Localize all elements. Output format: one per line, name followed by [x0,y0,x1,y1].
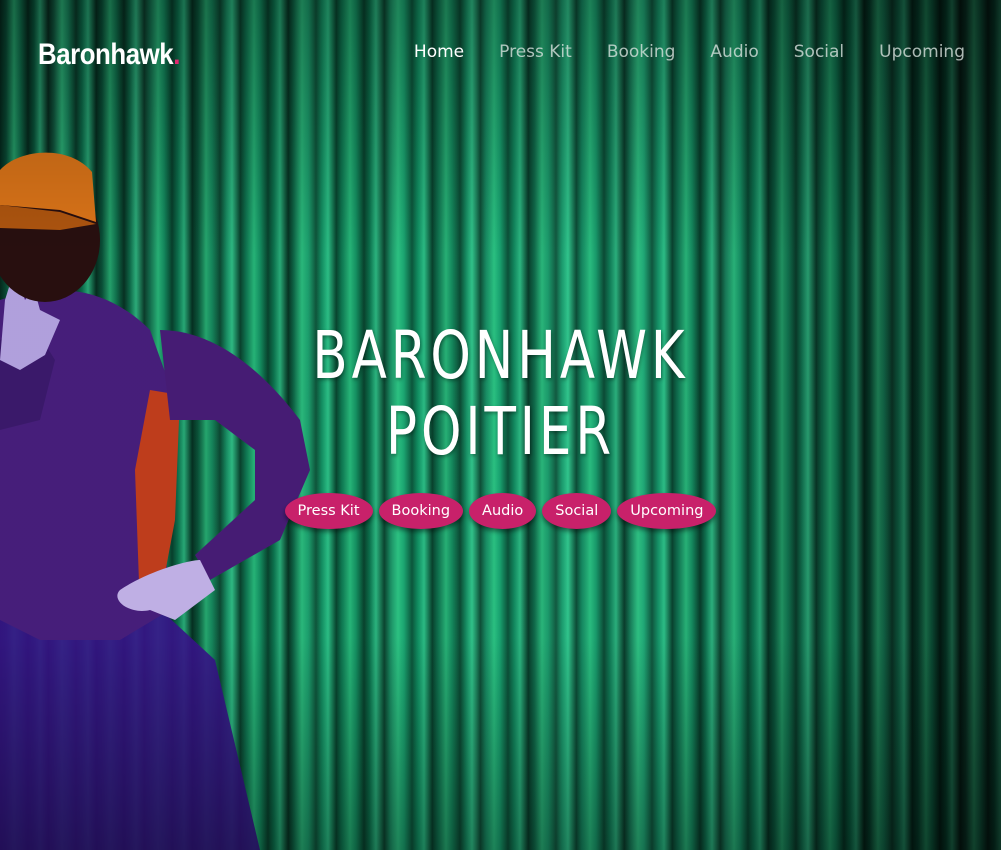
nav-link-upcoming[interactable]: Upcoming [879,42,965,62]
logo-text: Baronhawk [38,38,174,71]
booking-button[interactable]: Booking [378,493,464,529]
hero-title: BARONHAWK POITIER [110,318,891,470]
nav-link-press-kit[interactable]: Press Kit [499,42,572,62]
hero-section: Baronhawk. Home Press Kit Booking Audio … [0,0,1001,850]
main-menu: Home Press Kit Booking Audio Social Upco… [379,42,965,62]
nav-link-home[interactable]: Home [414,42,464,62]
nav-link-audio[interactable]: Audio [710,42,758,62]
hero-title-line-1: BARONHAWK [312,317,689,394]
hero-button-group: Press Kit Booking Audio Social Upcoming [0,493,1001,529]
upcoming-button[interactable]: Upcoming [617,493,717,529]
audio-button[interactable]: Audio [469,493,537,529]
press-kit-button[interactable]: Press Kit [284,493,373,529]
nav-link-social[interactable]: Social [794,42,844,62]
hero-title-line-2: POITIER [386,393,615,470]
nav-link-booking[interactable]: Booking [607,42,676,62]
social-button[interactable]: Social [542,493,612,529]
site-logo[interactable]: Baronhawk. [38,38,180,72]
logo-dot: . [173,38,180,71]
top-navigation: Baronhawk. Home Press Kit Booking Audio … [0,0,1001,110]
